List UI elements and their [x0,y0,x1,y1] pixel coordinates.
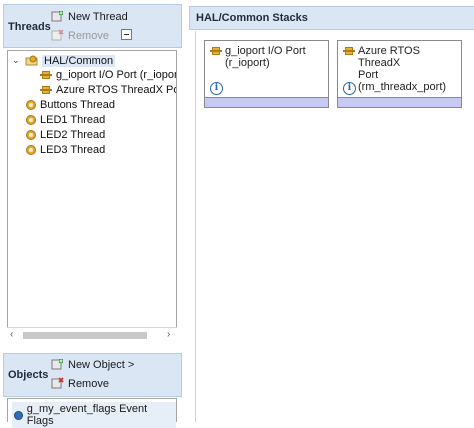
tree-item-label: HAL/Common [42,54,116,67]
tree-item-buttons-thread[interactable]: Buttons Thread [26,99,115,111]
stack-card-title-line: (rm_threadx_port) [358,81,447,93]
scroll-left-icon[interactable]: ‹ [10,329,13,340]
new-thread-button[interactable]: New Thread [51,10,128,23]
tree-item-led2-thread[interactable]: LED2 Thread [26,129,105,141]
remove-object-label: Remove [68,377,109,390]
stack-card-title: g_ioport I/O Port (r_ioport) [225,45,324,69]
threads-panel: Threads New Thread Remove [3,4,182,48]
new-thread-label: New Thread [68,10,128,23]
stack-card-title: Azure RTOS ThreadX Port (rm_threadx_port… [358,45,457,93]
gear-icon [26,100,36,110]
tree-item-led3-thread[interactable]: LED3 Thread [26,144,105,156]
stack-card-g-ioport[interactable]: g_ioport I/O Port (r_ioport) i [204,40,329,108]
remove-thread-label: Remove [68,29,109,42]
new-object-button[interactable]: New Object > [51,358,134,371]
gear-icon [26,115,36,125]
stacks-header: HAL/Common Stacks [189,6,474,30]
stack-card-bar [338,97,461,107]
threads-panel-title: Threads [8,21,51,33]
module-icon [40,69,52,81]
stack-card-azure-rtos[interactable]: Azure RTOS ThreadX Port (rm_threadx_port… [337,40,462,108]
scroll-thumb[interactable] [23,332,147,339]
tree-item-g-ioport[interactable]: g_ioport I/O Port (r_ioport) [40,69,177,81]
tree-horizontal-scrollbar[interactable]: ‹ › [7,327,177,343]
tree-item-label: LED2 Thread [40,129,106,141]
remove-icon [51,377,64,390]
stack-card-title-line: Azure RTOS ThreadX [358,45,420,69]
remove-thread-button[interactable]: Remove [51,29,134,42]
add-object-icon [51,358,64,371]
scroll-right-icon[interactable]: › [167,329,170,340]
stacks-canvas[interactable]: g_ioport I/O Port (r_ioport) i Azure RTO… [195,31,474,422]
objects-list[interactable]: g_my_event_flags Event Flags [7,398,177,428]
objects-panel: Objects New Object > Remove [3,353,182,397]
threads-tree[interactable]: ⌄ HAL/Common g_ioport I/O Port (r_ioport… [7,50,177,343]
info-icon[interactable]: i [343,82,356,95]
stack-card-title-line: Port [358,69,379,81]
object-item-label: g_my_event_flags Event Flags [26,403,148,427]
event-flags-icon [14,410,23,420]
stacks-title: HAL/Common Stacks [196,12,308,24]
stack-card-bar [205,97,328,107]
collapse-icon[interactable] [120,29,134,42]
new-object-label: New Object > [68,358,135,371]
remove-icon [51,29,64,42]
tree-item-label: LED1 Thread [40,114,106,126]
module-icon [40,84,52,96]
tree-item-label: g_ioport I/O Port (r_ioport) [56,69,177,81]
object-item-event-flags[interactable]: g_my_event_flags Event Flags [12,402,176,428]
stack-card-title-line: g_ioport I/O Port [225,45,306,57]
info-icon[interactable]: i [210,82,223,95]
folder-gear-icon [25,54,38,67]
add-thread-icon [51,10,64,23]
module-icon [343,45,355,57]
gear-icon [26,145,36,155]
tree-item-label: Buttons Thread [40,99,116,111]
tree-item-label: LED3 Thread [40,144,106,156]
collapse-chevron-icon[interactable]: ⌄ [12,55,21,66]
tree-item-label: Azure RTOS ThreadX Port (r [56,84,176,96]
tree-item-azure-rtos[interactable]: Azure RTOS ThreadX Port (r [40,84,176,96]
module-icon [210,45,222,57]
gear-icon [26,130,36,140]
objects-panel-title: Objects [8,369,49,381]
tree-item-led1-thread[interactable]: LED1 Thread [26,114,105,126]
tree-item-hal-common[interactable]: ⌄ HAL/Common [12,54,116,67]
remove-object-button[interactable]: Remove [51,377,109,390]
stack-card-title-line: (r_ioport) [225,57,270,69]
